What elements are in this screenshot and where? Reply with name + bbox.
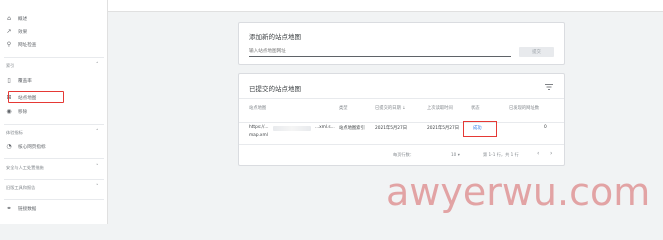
divider [239, 144, 564, 145]
sidebar-item-label: 效果 [18, 29, 28, 35]
chevron-down-icon: ˅ [96, 164, 99, 170]
trend-icon: ↗ [6, 27, 12, 35]
redacted-url [273, 126, 311, 131]
submit-button[interactable]: 提交 [519, 47, 554, 57]
divider [4, 57, 104, 58]
search-icon: ⚲ [6, 40, 12, 48]
column-header-status[interactable]: 状态 [471, 105, 480, 111]
column-header-type[interactable]: 类型 [339, 105, 348, 111]
section-legacy[interactable]: 旧版工具和报告 ˅ [0, 184, 108, 192]
sidebar-item-links[interactable]: ⚭ 链接数据 [0, 204, 108, 213]
sidebar-item-url-inspection[interactable]: ⚲ 网址检查 [0, 40, 108, 49]
filter-icon[interactable] [544, 83, 554, 91]
removal-icon: ◉ [6, 107, 12, 115]
card-title: 添加新的站点地图 [249, 33, 301, 41]
page-icon: ▯ [7, 76, 11, 84]
divider [4, 158, 104, 159]
highlight-box [8, 91, 64, 103]
chevron-up-icon: ˄ [96, 62, 99, 68]
section-security[interactable]: 安全与人工处置措施 ˅ [0, 164, 108, 172]
column-header-discovered[interactable]: 已发现的网址数 [509, 105, 539, 111]
sitemap-type: 站点地图索引 [339, 126, 365, 131]
sidebar-item-label: 覆盖率 [18, 78, 32, 84]
discovered-urls: 0 [544, 125, 547, 130]
sidebar-item-overview[interactable]: ⌂ 概述 [0, 14, 108, 23]
submitted-date: 2021年5月27日 [375, 126, 408, 131]
home-icon: ⌂ [7, 14, 11, 22]
chevron-up-icon: ˄ [96, 129, 99, 135]
top-bar [108, 0, 663, 12]
sidebar-item-coverage[interactable]: ▯ 覆盖率 [0, 76, 108, 85]
card-title: 已提交的站点地图 [249, 85, 301, 93]
prev-page-button[interactable]: ‹ [537, 150, 539, 157]
column-header-label: 已提交的日期 [375, 106, 401, 111]
sidebar-item-label: 概述 [18, 16, 28, 22]
sitemap-url-input[interactable] [249, 47, 511, 56]
rows-per-page-value: 10 [451, 152, 457, 157]
submitted-sitemaps-card: 已提交的站点地图 站点地图 类型 已提交的日期 ↓ 上次读取时间 状态 已发现的… [238, 73, 565, 166]
sitemap-url-line2: map.xml [249, 133, 268, 138]
divider [4, 179, 104, 180]
sidebar-item-label: 网址检查 [18, 42, 37, 48]
divider [239, 98, 564, 99]
sidebar: ⌂ 概述 ↗ 效果 ⚲ 网址检查 索引 ˄ ▯ 覆盖率 ⊞ 站点地图 ◉ 移除 … [0, 0, 108, 224]
sidebar-item-label: 核心网页指标 [18, 144, 46, 150]
divider [239, 122, 564, 123]
section-label: 旧版工具和报告 [6, 185, 36, 190]
section-label: 索引 [6, 63, 15, 68]
sitemap-url-field[interactable] [249, 47, 511, 57]
chevron-down-icon: ˅ [96, 184, 99, 190]
next-page-button[interactable]: › [550, 150, 552, 157]
column-header-last-read[interactable]: 上次读取时间 [427, 105, 453, 111]
sort-arrow-icon: ↓ [402, 106, 406, 111]
links-icon: ⚭ [6, 204, 12, 212]
divider [4, 199, 104, 200]
sidebar-item-performance[interactable]: ↗ 效果 [0, 27, 108, 36]
sidebar-item-label: 链接数据 [18, 206, 37, 212]
sitemap-url-tail: ...xml.s... [315, 125, 335, 130]
divider [4, 124, 104, 125]
rows-per-page-select[interactable]: 10 ▾ [451, 152, 460, 157]
add-sitemap-card: 添加新的站点地图 提交 [238, 22, 565, 65]
sidebar-item-removals[interactable]: ◉ 移除 [0, 107, 108, 116]
highlight-box [463, 121, 497, 137]
rows-per-page-label: 每页行数： [393, 152, 414, 157]
section-label: 体验指标 [6, 130, 23, 135]
sidebar-item-core-web-vitals[interactable]: ◔ 核心网页指标 [0, 142, 108, 151]
page-range: 第 1-1 行，共 1 行 [483, 152, 519, 157]
sitemap-url[interactable]: https://... [249, 125, 269, 130]
column-header-submitted[interactable]: 已提交的日期 ↓ [375, 105, 406, 111]
section-label: 安全与人工处置措施 [6, 165, 44, 170]
last-read-date: 2021年5月27日 [427, 126, 460, 131]
dropdown-arrow-icon: ▾ [457, 152, 460, 157]
sidebar-item-label: 移除 [18, 109, 28, 115]
section-index[interactable]: 索引 ˄ [0, 62, 108, 70]
column-header-sitemap[interactable]: 站点地图 [249, 105, 266, 111]
watermark: awyerwu.com [386, 170, 651, 214]
gauge-icon: ◔ [6, 142, 12, 150]
section-experience[interactable]: 体验指标 ˄ [0, 129, 108, 137]
